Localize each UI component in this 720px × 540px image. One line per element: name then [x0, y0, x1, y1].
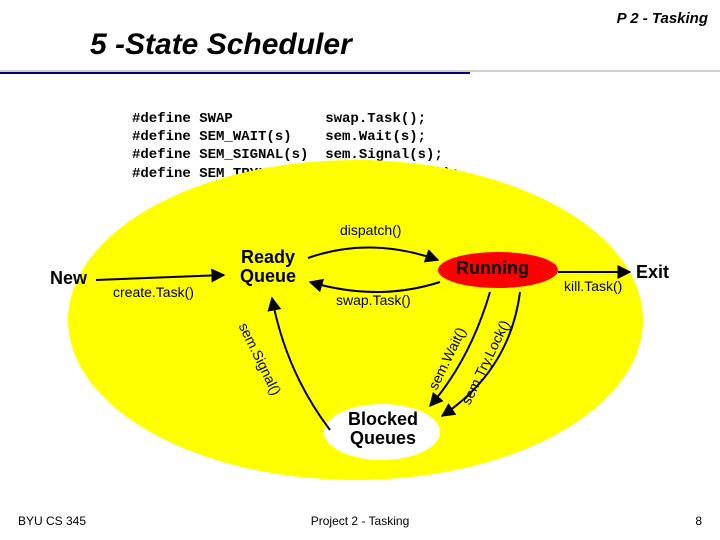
edge-swap: swap.Task() — [336, 292, 411, 308]
edge-create: create.Task() — [113, 284, 194, 300]
footer-center: Project 2 - Tasking — [0, 514, 720, 528]
edge-dispatch: dispatch() — [340, 222, 401, 238]
edge-kill: kill.Task() — [564, 278, 622, 294]
footer-right: 8 — [695, 514, 702, 528]
diagram-arrows — [0, 0, 720, 540]
